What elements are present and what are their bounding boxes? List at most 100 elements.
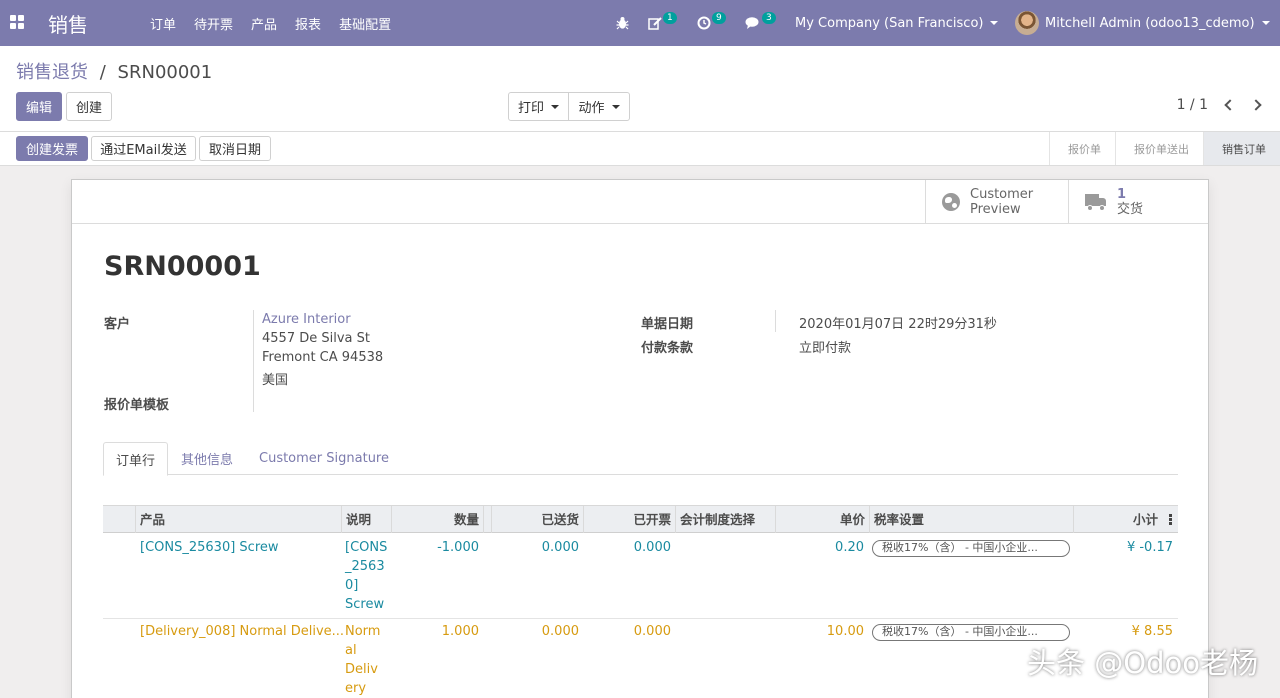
menu-item-reports[interactable]: 报表 bbox=[295, 14, 321, 33]
menu-item-to-invoice[interactable]: 待开票 bbox=[194, 14, 233, 33]
address-city: Fremont CA 94538 bbox=[262, 350, 384, 365]
col-description[interactable]: 说明 bbox=[341, 506, 391, 533]
truck-icon bbox=[1085, 193, 1107, 211]
user-name: Mitchell Admin (odoo13_cdemo) bbox=[1045, 15, 1255, 31]
col-quantity[interactable]: 数量 bbox=[391, 506, 483, 533]
col-delivered[interactable]: 已送货 bbox=[491, 506, 583, 533]
activity-menu[interactable]: 1 bbox=[648, 0, 677, 46]
stage-quotation-sent[interactable]: 报价单送出 bbox=[1115, 132, 1203, 165]
row2-quantity[interactable]: 1.000 bbox=[397, 622, 479, 641]
col-subtotal[interactable]: 小计 bbox=[1073, 506, 1178, 533]
row2-unit-price[interactable]: 10.00 bbox=[772, 622, 864, 641]
delivery-button[interactable]: 1 交货 bbox=[1068, 180, 1208, 223]
col-analytic[interactable]: 会计制度选择 bbox=[675, 506, 775, 533]
customer-preview-button[interactable]: Customer Preview bbox=[925, 180, 1068, 223]
row2-description[interactable]: Norm al Deliv ery bbox=[345, 622, 395, 698]
avatar bbox=[1015, 11, 1039, 35]
form-statusbar: 创建发票 通过EMail发送 取消日期 报价单 报价单送出 销售订单 bbox=[0, 132, 1280, 166]
send-email-button[interactable]: 通过EMail发送 bbox=[91, 136, 196, 161]
row1-delivered[interactable]: 0.000 bbox=[487, 538, 579, 557]
main-menu: 订单 待开票 产品 报表 基础配置 bbox=[150, 14, 409, 33]
chat-count-badge: 3 bbox=[762, 12, 776, 24]
user-menu[interactable]: Mitchell Admin (odoo13_cdemo) bbox=[1015, 0, 1270, 46]
pager-value[interactable]: 1 / 1 bbox=[1177, 97, 1208, 113]
row2-subtotal: ¥ 8.55 bbox=[1131, 624, 1173, 639]
row1-product[interactable]: [CONS_25630] Screw bbox=[140, 538, 279, 557]
top-navbar: 销售 订单 待开票 产品 报表 基础配置 1 9 3 My Company (S… bbox=[0, 0, 1280, 46]
breadcrumb-separator: / bbox=[99, 62, 106, 83]
row2-invoiced[interactable]: 0.000 bbox=[579, 622, 671, 641]
company-switcher[interactable]: My Company (San Francisco) bbox=[795, 0, 999, 46]
notebook-tabs: 订单行 其他信息 Customer Signature bbox=[103, 442, 1178, 476]
print-label: 打印 bbox=[517, 101, 544, 116]
menu-item-products[interactable]: 产品 bbox=[251, 14, 277, 33]
activity-count-badge: 1 bbox=[663, 12, 677, 24]
tab-other-info[interactable]: 其他信息 bbox=[169, 442, 245, 475]
optional-columns-icon[interactable] bbox=[1169, 514, 1172, 526]
menu-item-orders[interactable]: 订单 bbox=[150, 14, 176, 33]
row-divider bbox=[103, 618, 1178, 619]
stage-pipeline: 报价单 报价单送出 销售订单 bbox=[1049, 132, 1280, 165]
clock-menu[interactable]: 9 bbox=[697, 0, 726, 46]
print-dropdown[interactable]: 打印 bbox=[508, 92, 569, 121]
smart-button-box: Customer Preview 1 交货 bbox=[72, 180, 1208, 224]
customer-link[interactable]: Azure Interior bbox=[262, 312, 351, 327]
caret-down-icon bbox=[611, 104, 620, 109]
company-name: My Company (San Francisco) bbox=[795, 15, 984, 31]
row2-tax-tag[interactable]: 税收17%（含） - 中国小企业... bbox=[872, 624, 1070, 641]
stage-quotation[interactable]: 报价单 bbox=[1049, 132, 1115, 165]
debug-bug-icon[interactable] bbox=[616, 0, 629, 46]
tab-customer-signature[interactable]: Customer Signature bbox=[247, 442, 401, 475]
apps-menu-icon[interactable] bbox=[10, 15, 24, 29]
chat-icon bbox=[745, 17, 759, 29]
create-invoice-button[interactable]: 创建发票 bbox=[16, 136, 88, 161]
globe-icon bbox=[942, 192, 960, 211]
chevron-down-icon bbox=[1261, 21, 1270, 25]
row1-description[interactable]: [CONS _2563 0] Screw bbox=[345, 538, 395, 614]
record-title: SRN00001 bbox=[104, 251, 261, 282]
stage-sales-order[interactable]: 销售订单 bbox=[1203, 132, 1280, 165]
payment-terms-label: 付款条款 bbox=[641, 341, 694, 356]
clock-count-badge: 9 bbox=[712, 12, 726, 24]
quotation-template-label: 报价单模板 bbox=[104, 398, 170, 413]
date-label: 单据日期 bbox=[641, 317, 694, 332]
form-sheet: Customer Preview 1 交货 SRN00001 客户 Azure … bbox=[71, 179, 1209, 698]
date-value: 2020年01月07日 22时29分31秒 bbox=[799, 317, 997, 332]
col-unit-price[interactable]: 单价 bbox=[775, 506, 869, 533]
row1-tax-tag[interactable]: 税收17%（含） - 中国小企业... bbox=[872, 540, 1070, 557]
breadcrumb-current: SRN00001 bbox=[117, 62, 213, 83]
field-separator bbox=[253, 310, 254, 412]
address-street: 4557 De Silva St bbox=[262, 331, 370, 346]
messaging-menu[interactable]: 3 bbox=[745, 0, 776, 46]
col-taxes[interactable]: 税率设置 bbox=[869, 506, 1073, 533]
chevron-right-icon[interactable] bbox=[1250, 99, 1262, 111]
breadcrumb: 销售退货 / SRN00001 bbox=[16, 58, 212, 84]
app-brand[interactable]: 销售 bbox=[48, 9, 88, 38]
tab-order-lines[interactable]: 订单行 bbox=[103, 442, 169, 476]
action-label: 动作 bbox=[578, 101, 605, 116]
edit-button[interactable]: 编辑 bbox=[16, 92, 62, 121]
col-product[interactable]: 产品 bbox=[135, 506, 341, 533]
caret-down-icon bbox=[551, 104, 559, 109]
row1-quantity[interactable]: -1.000 bbox=[397, 538, 479, 557]
chevron-left-icon[interactable] bbox=[1224, 99, 1236, 111]
col-invoiced[interactable]: 已开票 bbox=[583, 506, 675, 533]
row2-delivered[interactable]: 0.000 bbox=[487, 622, 579, 641]
control-panel: 销售退货 / SRN00001 编辑 创建 打印 动作 1 / 1 bbox=[0, 46, 1280, 132]
watermark: 头条 @Odoo老杨 bbox=[1027, 646, 1258, 680]
chevron-down-icon bbox=[990, 21, 999, 25]
field-separator bbox=[775, 310, 776, 332]
breadcrumb-parent[interactable]: 销售退货 bbox=[16, 62, 88, 83]
edit-icon bbox=[648, 17, 662, 30]
delivery-label: 交货 bbox=[1117, 201, 1144, 217]
row1-unit-price[interactable]: 0.20 bbox=[772, 538, 864, 557]
menu-item-configuration[interactable]: 基础配置 bbox=[339, 14, 391, 33]
customer-label: 客户 bbox=[104, 317, 131, 332]
pager: 1 / 1 bbox=[1177, 97, 1262, 113]
row2-product[interactable]: [Delivery_008] Normal Delive... bbox=[140, 622, 344, 641]
row1-invoiced[interactable]: 0.000 bbox=[579, 538, 671, 557]
create-button[interactable]: 创建 bbox=[66, 92, 112, 121]
action-dropdown[interactable]: 动作 bbox=[568, 92, 630, 121]
cancel-button[interactable]: 取消日期 bbox=[199, 136, 271, 161]
payment-terms-value: 立即付款 bbox=[799, 341, 852, 356]
